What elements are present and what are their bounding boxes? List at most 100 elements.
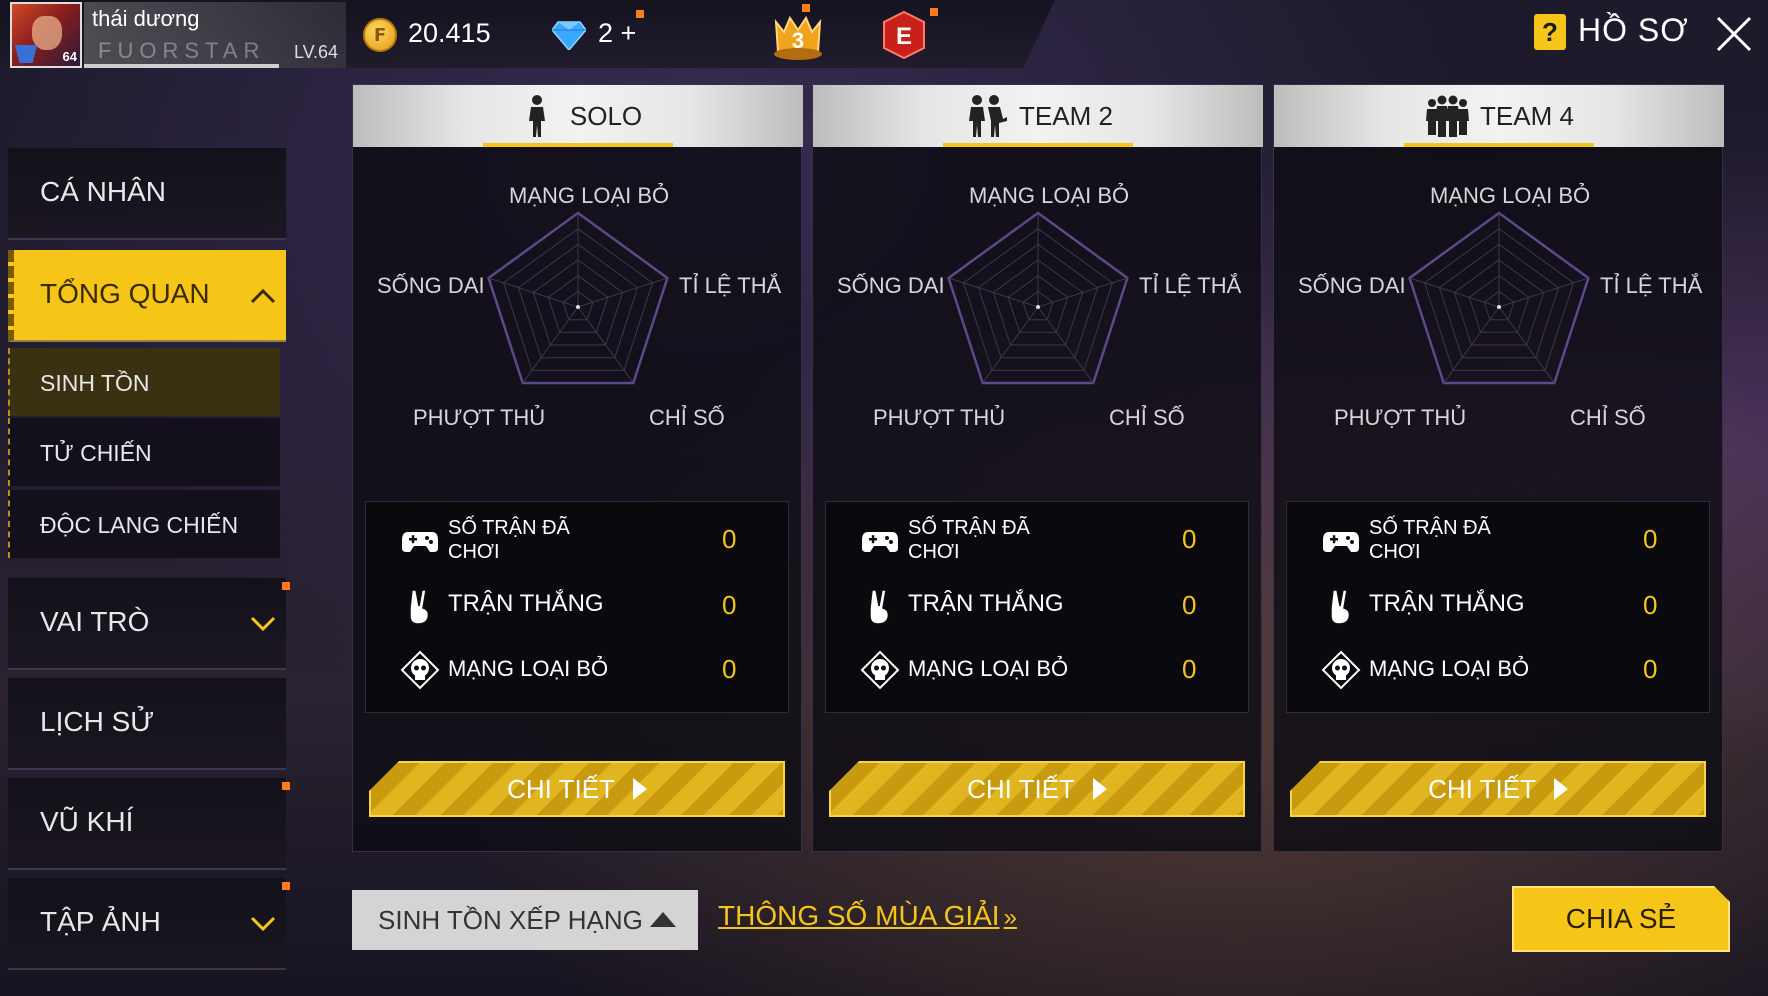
- sidebar-item-tong-quan[interactable]: TỔNG QUAN: [8, 250, 286, 342]
- chevron-down-icon: [250, 916, 276, 932]
- stat-row-matches: SỐ TRẬN ĐÃ CHƠI 0: [1287, 510, 1711, 570]
- share-button[interactable]: CHIA SẺ: [1512, 886, 1730, 952]
- stats-box: SỐ TRẬN ĐÃ CHƠI 0 TRẬN THẮNG 0 MẠNG LOẠI…: [825, 501, 1249, 713]
- play-arrow-icon: [632, 778, 647, 800]
- season-stats-link[interactable]: THÔNG SỐ MÙA GIẢI»: [718, 900, 1017, 932]
- gamepad-icon: [1323, 532, 1359, 552]
- radar-label-kills: MẠNG LOẠI BỎ: [509, 183, 670, 208]
- stat-value: 0: [722, 590, 737, 620]
- rank-badge-icon[interactable]: 3: [770, 10, 826, 62]
- detail-button[interactable]: CHI TIẾT: [829, 761, 1245, 817]
- xp-bar: [84, 64, 279, 68]
- radar-chart: MẠNG LOẠI BỎ SỐNG DAI TỈ LỆ THẮNG PHƯỢT …: [833, 173, 1243, 473]
- sidebar-item-vai-tro[interactable]: VAI TRÒ: [8, 578, 290, 670]
- radar-label-survival: SỐNG DAI: [837, 273, 945, 298]
- mode-panel: SOLO MẠNG LOẠI BỎ SỐNG DAI TỈ LỆ THẮNG P…: [352, 84, 803, 852]
- radar-label-winrate: TỈ LỆ THẮNG: [679, 273, 783, 298]
- sidebar-item-tap-anh[interactable]: TẬP ẢNH: [8, 878, 290, 970]
- diamond-notification-dot: [636, 10, 644, 18]
- mode-header[interactable]: TEAM 2: [813, 85, 1263, 147]
- gold-coin-icon[interactable]: F: [363, 18, 397, 52]
- top-bar: 64 thái dương FUORSTAR LV.64 F 20.415 2 …: [0, 0, 1768, 70]
- sidebar-subitem-doc-lang-chien[interactable]: ĐỘC LANG CHIẾN: [8, 490, 280, 558]
- detail-button-label: CHI TIẾT: [1428, 773, 1536, 804]
- sidebar-item-label: TẬP ẢNH: [40, 906, 161, 937]
- sidebar-item-vu-khi[interactable]: VŨ KHÍ: [8, 778, 290, 870]
- radar-chart: MẠNG LOẠI BỎ SỐNG DAI TỈ LỆ THẮNG PHƯỢT …: [373, 173, 783, 473]
- stat-row-matches: SỐ TRẬN ĐÃ CHƠI 0: [826, 510, 1250, 570]
- stat-label: MẠNG LOẠI BỎ: [448, 656, 609, 681]
- mode-header[interactable]: TEAM 4: [1274, 85, 1724, 147]
- elite-pass-icon[interactable]: E: [882, 10, 926, 60]
- sidebar-subitem-sinh-ton[interactable]: SINH TỒN: [8, 348, 280, 416]
- stat-value: 0: [722, 654, 737, 684]
- mode-panel: TEAM 2 MẠNG LOẠI BỎ SỐNG DAI TỈ LỆ THẮNG…: [812, 84, 1263, 852]
- sidebar-item-lich-su[interactable]: LỊCH SỬ: [8, 678, 286, 770]
- player-card[interactable]: thái dương FUORSTAR LV.64: [84, 2, 346, 68]
- stat-label: SỐ TRẬN ĐÃ CHƠI: [448, 517, 570, 563]
- player-guild: FUORSTAR: [98, 38, 266, 63]
- sidebar-item-ca-nhan[interactable]: CÁ NHÂN: [8, 148, 286, 240]
- squad-soldier-icon: [1426, 95, 1470, 137]
- gamepad-icon: [402, 532, 438, 552]
- sidebar-item-label: VAI TRÒ: [40, 606, 150, 637]
- radar-label-explorer: PHƯỢT THỦ: [1334, 405, 1467, 430]
- sidebar-subitem-tu-chien[interactable]: TỬ CHIẾN: [8, 418, 280, 486]
- stat-row-wins: TRẬN THẮNG 0: [1287, 576, 1711, 636]
- stat-label: TRẬN THẮNG: [1369, 590, 1525, 617]
- detail-button-label: CHI TIẾT: [507, 773, 615, 804]
- stat-row-matches: SỐ TRẬN ĐÃ CHƠI 0: [366, 510, 790, 570]
- mode-label: TEAM 4: [1480, 100, 1574, 131]
- skull-icon: [400, 650, 440, 690]
- avatar[interactable]: 64: [10, 2, 82, 68]
- stat-value: 0: [1643, 590, 1658, 620]
- diamond-icon[interactable]: [552, 20, 586, 50]
- sidebar-subitem-label: ĐỘC LANG CHIẾN: [40, 512, 239, 538]
- rank-notification-dot: [802, 4, 810, 12]
- stat-label: SỐ TRẬN ĐÃ CHƠI: [908, 517, 1030, 563]
- player-name: thái dương: [92, 6, 200, 31]
- victory-hand-icon: [1330, 589, 1351, 625]
- coin-balance: 20.415: [408, 18, 491, 48]
- victory-hand-icon: [409, 589, 430, 625]
- detail-button[interactable]: CHI TIẾT: [1290, 761, 1706, 817]
- close-icon[interactable]: [1712, 12, 1756, 56]
- radar-label-winrate: TỈ LỆ THẮNG: [1600, 273, 1704, 298]
- sidebar-subitem-label: SINH TỒN: [40, 370, 150, 396]
- stat-value: 0: [1182, 524, 1197, 554]
- radar-label-survival: SỐNG DAI: [1298, 273, 1406, 298]
- notification-dot: [282, 782, 290, 790]
- share-button-label: CHIA SẺ: [1565, 903, 1677, 934]
- duo-soldier-icon: [969, 95, 1008, 137]
- stat-value: 0: [1182, 590, 1197, 620]
- chevron-down-icon: [250, 616, 276, 632]
- elite-letter: E: [896, 23, 912, 50]
- radar-chart: MẠNG LOẠI BỎ SỐNG DAI TỈ LỆ THẮNG PHƯỢT …: [1294, 173, 1704, 473]
- gamepad-icon: [862, 532, 898, 552]
- solo-soldier-icon: [528, 95, 545, 137]
- skull-icon: [860, 650, 900, 690]
- radar-label-stats: CHỈ SỐ: [649, 405, 725, 430]
- sidebar-subitem-label: TỬ CHIẾN: [40, 440, 152, 466]
- stat-label: MẠNG LOẠI BỎ: [1369, 656, 1530, 681]
- season-link-label: THÔNG SỐ MÙA GIẢI: [718, 900, 1000, 931]
- mode-header[interactable]: SOLO: [353, 85, 803, 147]
- stat-row-wins: TRẬN THẮNG 0: [826, 576, 1250, 636]
- mode-select-dropdown[interactable]: SINH TỒN XẾP HẠNG: [352, 890, 698, 950]
- stat-label: SỐ TRẬN ĐÃ CHƠI: [1369, 517, 1491, 563]
- stats-box: SỐ TRẬN ĐÃ CHƠI 0 TRẬN THẮNG 0 MẠNG LOẠI…: [365, 501, 789, 713]
- stats-box: SỐ TRẬN ĐÃ CHƠI 0 TRẬN THẮNG 0 MẠNG LOẠI…: [1286, 501, 1710, 713]
- stat-label: TRẬN THẮNG: [908, 590, 1064, 617]
- radar-label-winrate: TỈ LỆ THẮNG: [1139, 273, 1243, 298]
- sidebar-item-label: CÁ NHÂN: [40, 176, 167, 207]
- detail-button[interactable]: CHI TIẾT: [369, 761, 785, 817]
- help-icon[interactable]: ?: [1534, 14, 1566, 50]
- radar-label-explorer: PHƯỢT THỦ: [413, 405, 546, 430]
- mode-panel: TEAM 4 MẠNG LOẠI BỎ SỐNG DAI TỈ LỆ THẮNG…: [1273, 84, 1724, 852]
- elite-notification-dot: [930, 8, 938, 16]
- diamond-balance[interactable]: 2 +: [598, 18, 636, 49]
- play-arrow-icon: [1092, 778, 1107, 800]
- detail-button-label: CHI TIẾT: [967, 773, 1075, 804]
- stat-row-kills: MẠNG LOẠI BỎ 0: [1287, 640, 1711, 700]
- victory-hand-icon: [869, 589, 890, 625]
